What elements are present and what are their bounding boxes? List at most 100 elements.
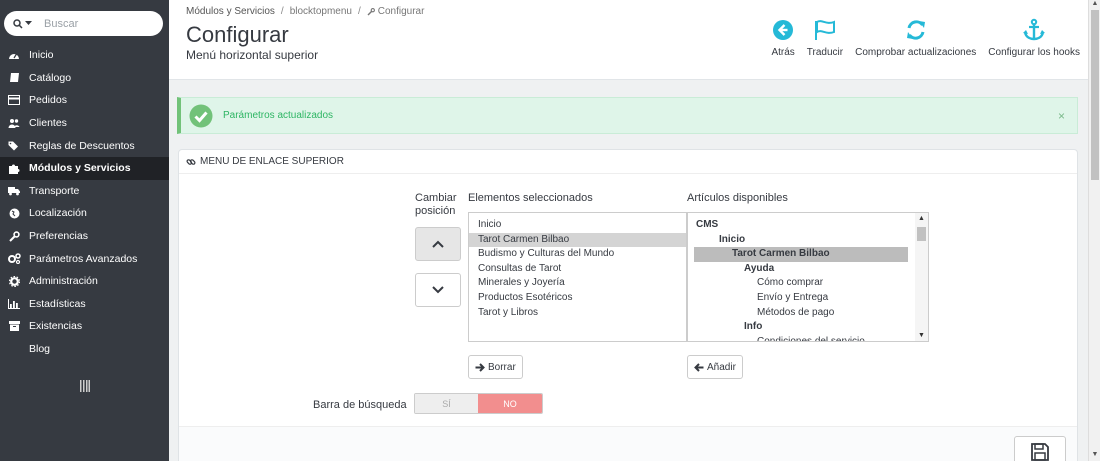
list-item[interactable]: Métodos de pago [688, 306, 928, 321]
credit-card-icon [7, 94, 21, 106]
scrollbar-thumb[interactable] [1091, 10, 1099, 180]
users-icon [7, 117, 21, 129]
list-item[interactable]: Inicio [688, 233, 928, 248]
archive-icon [7, 320, 21, 332]
panel-title: MENU DE ENLACE SUPERIOR [200, 156, 344, 167]
sidebar-item[interactable]: Inicio [0, 44, 169, 67]
search-icon [13, 18, 23, 29]
available-items-list[interactable]: CMS Inicio Tarot Carmen Bilbao Ayuda Cómo co… [687, 212, 929, 342]
selected-items-list[interactable]: Inicio Tarot Carmen Bilbao Budismo y Cultu… [468, 212, 687, 342]
list-item[interactable]: Envío y Entrega [688, 291, 928, 306]
list-item[interactable]: Tarot y Libros [469, 306, 686, 321]
toolbar: Atrás Traducir Comprobar actualizaciones… [771, 18, 1080, 58]
sidebar-item[interactable]: Estadísticas [0, 293, 169, 316]
list-item[interactable]: Budismo y Culturas del Mundo [469, 247, 686, 262]
sidebar-item[interactable]: Clientes [0, 112, 169, 135]
tags-icon [7, 140, 21, 152]
save-button[interactable] [1014, 436, 1066, 461]
floppy-disk-icon [1031, 443, 1049, 461]
close-icon[interactable]: × [1058, 109, 1065, 123]
sidebar-item-label: Administración [29, 275, 98, 288]
toggle-no[interactable]: NO [478, 394, 542, 413]
list-scrollbar[interactable]: ▲ ▼ [915, 213, 928, 341]
dashboard-icon [7, 49, 21, 61]
sidebar-nav: Inicio Catálogo Pedidos Clientes Reglas de D… [0, 44, 169, 360]
sidebar-item[interactable]: Administración [0, 270, 169, 293]
sidebar-item[interactable]: Transporte [0, 180, 169, 203]
list-scroll-up[interactable]: ▲ [918, 215, 925, 222]
list-scroll-down[interactable]: ▼ [918, 332, 925, 339]
toggle-yes[interactable]: SÍ [415, 394, 478, 413]
change-position-label: Cambiar posición [415, 192, 457, 217]
search-bar-toggle[interactable]: SÍ NO [414, 393, 543, 414]
sidebar-item-label: Inicio [29, 49, 54, 62]
cogs-icon [7, 253, 21, 265]
translate-button[interactable]: Traducir [807, 18, 843, 58]
collapse-sidebar-icon[interactable] [80, 380, 90, 392]
sidebar-item[interactable]: Parámetros Avanzados [0, 247, 169, 270]
sidebar-item-label: Reglas de Descuentos [29, 139, 135, 152]
add-button-label: Añadir [707, 361, 736, 373]
breadcrumb-current-label: Configurar [377, 6, 425, 17]
breadcrumb: Módulos y Servicios / blocktopmenu / Con… [186, 6, 424, 17]
sidebar-item[interactable]: Reglas de Descuentos [0, 134, 169, 157]
list-item[interactable]: Info [688, 320, 928, 335]
scroll-up-arrow[interactable]: ▲ [1091, 0, 1099, 8]
truck-icon [7, 185, 21, 197]
sidebar-item-label: Parámetros Avanzados [29, 252, 138, 265]
list-item[interactable]: Ayuda [688, 262, 928, 277]
sidebar-item[interactable]: Blog [0, 338, 169, 361]
wrench-icon [7, 230, 21, 242]
list-item[interactable]: Productos Esotéricos [469, 291, 686, 306]
sidebar-item[interactable]: Localización [0, 202, 169, 225]
move-up-button[interactable] [415, 227, 461, 261]
list-item[interactable]: CMS [688, 218, 928, 233]
breadcrumb-current: Configurar [367, 6, 425, 17]
list-item[interactable]: Tarot Carmen Bilbao [694, 247, 908, 262]
chevron-down-icon [432, 286, 444, 294]
sidebar-item[interactable]: Pedidos [0, 89, 169, 112]
top-menu-panel: MENU DE ENLACE SUPERIOR Cambiar posición… [178, 149, 1078, 461]
page-scrollbar[interactable]: ▲ ▼ [1088, 0, 1100, 461]
list-item[interactable]: Condiciones del servicio [688, 335, 928, 341]
breadcrumb-separator: / [280, 6, 284, 17]
breadcrumb-item[interactable]: blocktopmenu [290, 6, 352, 17]
back-button[interactable]: Atrás [771, 18, 795, 58]
sidebar-item[interactable]: Preferencias [0, 225, 169, 248]
panel-heading: MENU DE ENLACE SUPERIOR [179, 150, 1077, 174]
remove-button[interactable]: Borrar [468, 355, 523, 379]
sidebar-item-label: Pedidos [29, 94, 67, 107]
breadcrumb-item[interactable]: Módulos y Servicios [186, 6, 275, 17]
scroll-down-arrow[interactable]: ▼ [1091, 451, 1099, 459]
chevron-up-icon [432, 240, 444, 248]
sidebar-item[interactable]: Existencias [0, 315, 169, 338]
bar-chart-icon [7, 298, 21, 310]
sidebar-item[interactable]: Catálogo [0, 67, 169, 90]
search-bar-label: Barra de búsqueda [313, 399, 407, 411]
list-item[interactable]: Tarot Carmen Bilbao [469, 232, 686, 248]
move-down-button[interactable] [415, 273, 461, 307]
search-input[interactable]: Buscar [44, 18, 78, 30]
add-button[interactable]: Añadir [687, 355, 743, 379]
sidebar-item-label: Existencias [29, 320, 83, 333]
puzzle-icon [7, 162, 21, 174]
list-item[interactable]: Minerales y Joyería [469, 276, 686, 291]
sidebar-item[interactable]: Módulos y Servicios [0, 156, 169, 180]
search-box[interactable]: Buscar [4, 11, 163, 36]
sidebar-item-label: Blog [29, 343, 51, 356]
translate-button-label: Traducir [806, 47, 844, 58]
sidebar-item-label: Módulos y Servicios [29, 162, 131, 175]
sidebar-item-label: Localización [29, 207, 87, 220]
list-item[interactable]: Cómo comprar [688, 276, 928, 291]
anchor-icon [1023, 18, 1046, 41]
configure-hooks-button[interactable]: Configurar los hooks [988, 18, 1080, 58]
list-scrollbar-thumb[interactable] [917, 227, 926, 241]
search-type-dropdown[interactable] [13, 18, 32, 29]
refresh-icon [906, 20, 925, 40]
book-icon [7, 72, 21, 84]
page-title: Configurar [186, 22, 289, 47]
arrow-right-icon [475, 362, 485, 372]
list-item[interactable]: Inicio [469, 218, 686, 233]
check-updates-button[interactable]: Comprobar actualizaciones [855, 18, 976, 58]
list-item[interactable]: Consultas de Tarot [469, 262, 686, 277]
